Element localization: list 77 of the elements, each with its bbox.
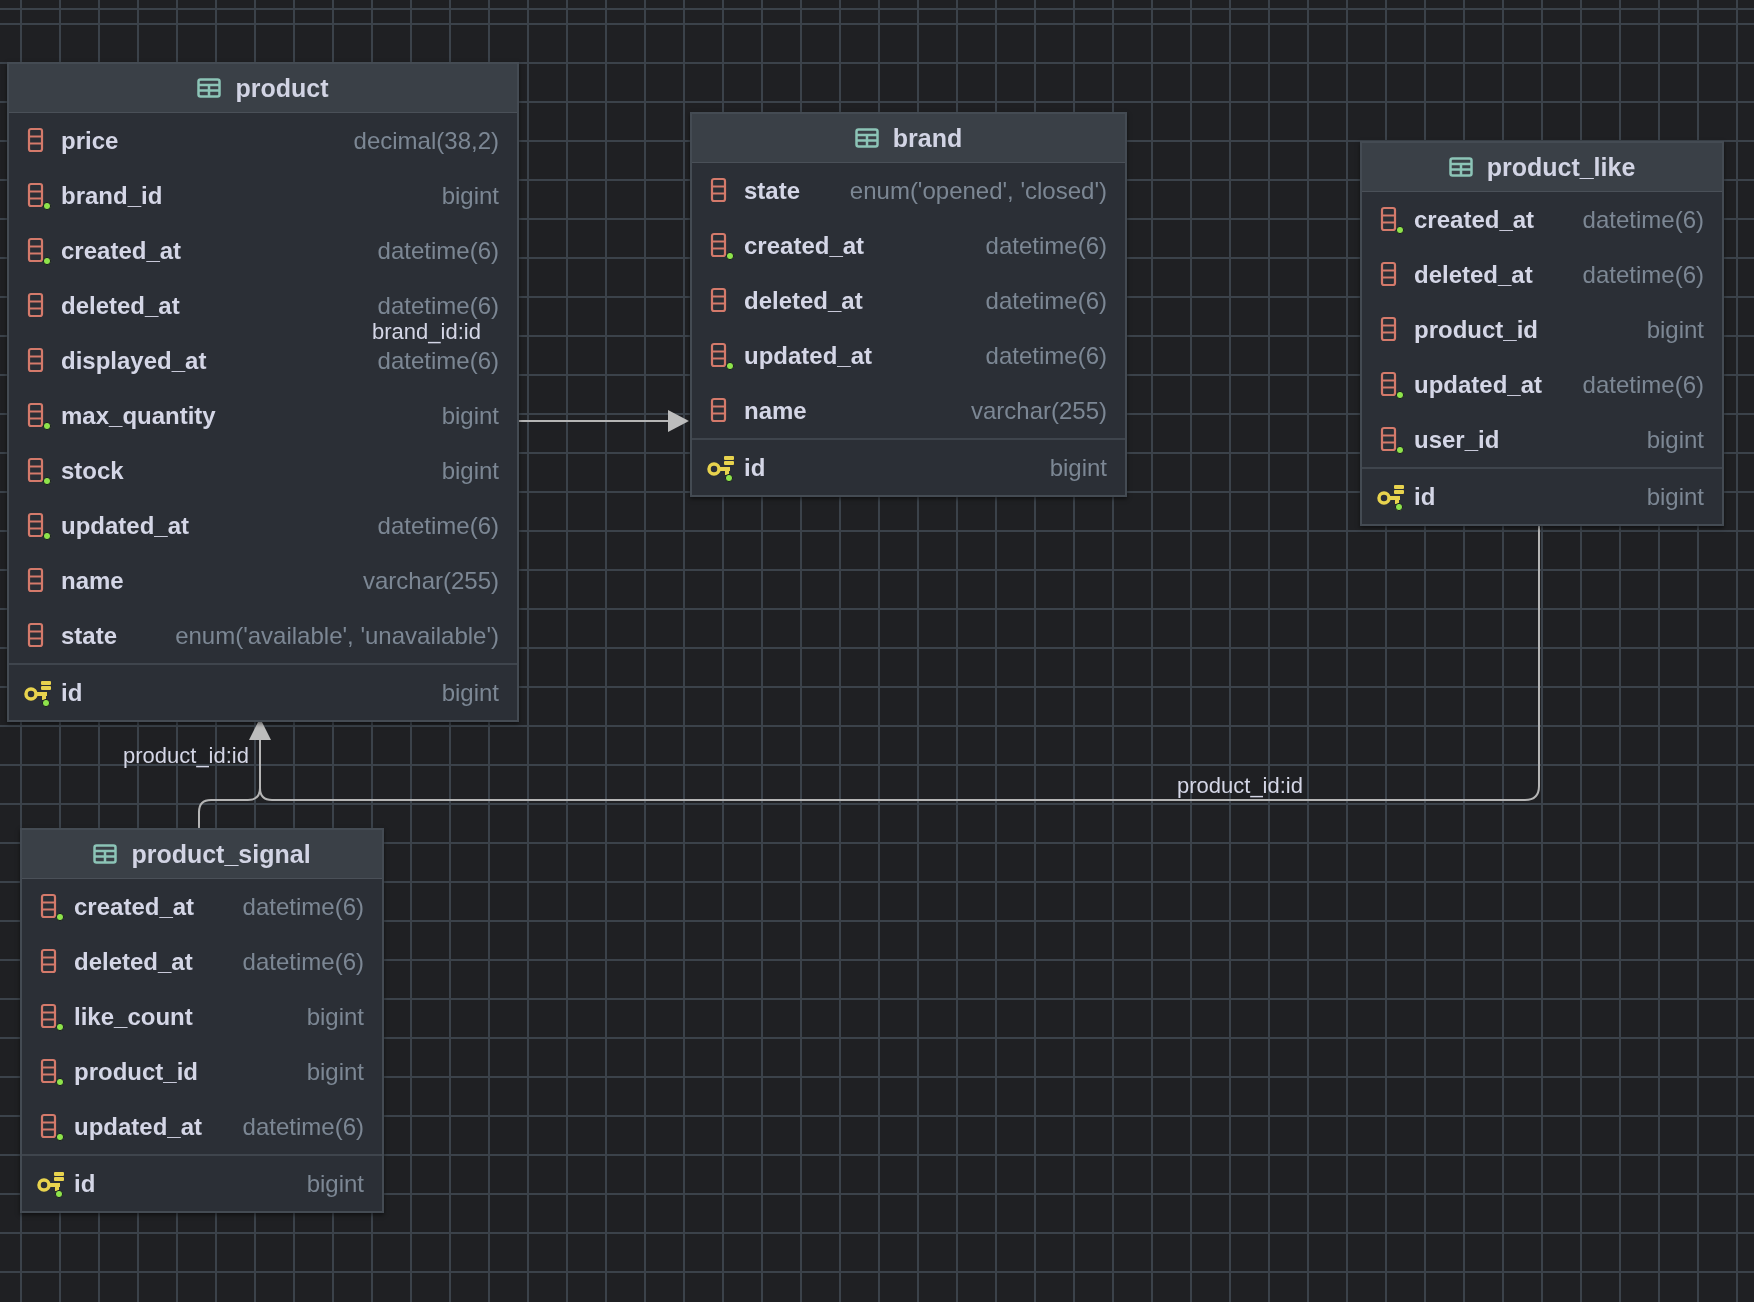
column-name: max_quantity [61, 401, 216, 430]
column-name: deleted_at [1414, 260, 1533, 289]
column-name: name [744, 396, 807, 425]
table-title: product_signal [131, 839, 311, 869]
column-name: deleted_at [74, 947, 193, 976]
column-type: datetime(6) [985, 231, 1107, 260]
column-type: datetime(6) [377, 346, 499, 375]
column-name: updated_at [744, 341, 872, 370]
column-type: datetime(6) [985, 286, 1107, 315]
column-type: datetime(6) [1582, 370, 1704, 399]
relation-label: brand_id:id [372, 321, 481, 343]
column-type: bigint [306, 1057, 364, 1086]
column-type: bigint [1646, 425, 1704, 454]
column-type: datetime(6) [1582, 260, 1704, 289]
column-name: price [61, 126, 119, 155]
column-name: state [744, 176, 801, 205]
column-type: enum('available', 'unavailable') [175, 621, 499, 650]
table-node[interactable]: product_like created_at datetime(6) deleted_at datetime(6) product_id bigint updated_at datetime(6) user_id bigint id bigint [1360, 141, 1724, 526]
column-name: product_id [1414, 315, 1538, 344]
column-name: user_id [1414, 425, 1500, 454]
column-type: datetime(6) [242, 947, 364, 976]
primary-key-icon [1377, 482, 1405, 511]
column-name: created_at [74, 892, 195, 921]
column-name: updated_at [61, 511, 189, 540]
column-type: bigint [1646, 315, 1704, 344]
column-name: id [1414, 482, 1436, 511]
column-name: state [61, 621, 118, 650]
table-icon [1448, 157, 1473, 177]
column-name: brand_id [61, 181, 163, 210]
column-name: id [744, 453, 766, 482]
table-title: product [235, 73, 329, 103]
primary-key-icon [37, 1169, 65, 1198]
primary-key-icon [707, 453, 735, 482]
column-name: deleted_at [744, 286, 863, 315]
column-type: bigint [441, 678, 499, 707]
column-type: decimal(38,2) [353, 126, 499, 155]
table-node[interactable] [7, 62, 519, 722]
column-type: bigint [1049, 453, 1107, 482]
column-name: stock [61, 456, 124, 485]
column-name: displayed_at [61, 346, 207, 375]
column-type: bigint [1646, 482, 1704, 511]
column-type: enum('opened', 'closed') [849, 176, 1107, 205]
column-name: deleted_at [61, 291, 180, 320]
column-type: bigint [441, 181, 499, 210]
table-icon [93, 844, 118, 864]
relation-label: product_id:id [123, 745, 249, 767]
column-type: varchar(255) [970, 396, 1107, 425]
column-type: datetime(6) [242, 892, 364, 921]
column-type: bigint [306, 1002, 364, 1031]
column-type: bigint [441, 456, 499, 485]
column-name: created_at [1414, 205, 1535, 234]
table-title: product_like [1486, 152, 1636, 182]
column-name: created_at [61, 236, 182, 265]
column-type: datetime(6) [377, 236, 499, 265]
column-name: updated_at [74, 1112, 202, 1141]
column-type: varchar(255) [362, 566, 499, 595]
column-name: updated_at [1414, 370, 1542, 399]
column-name: created_at [744, 231, 865, 260]
column-type: datetime(6) [377, 291, 499, 320]
column-type: datetime(6) [242, 1112, 364, 1141]
column-name: id [74, 1169, 96, 1198]
table-icon [854, 128, 879, 148]
column-type: datetime(6) [377, 511, 499, 540]
primary-key-icon [24, 678, 52, 707]
column-type: datetime(6) [1582, 205, 1704, 234]
column-name: like_count [74, 1002, 193, 1031]
table-node[interactable]: product_signal created_at datetime(6) deleted_at datetime(6) like_count bigint product_id bigint updated_at datetime(6) id bigint [20, 828, 384, 1213]
column-type: bigint [441, 401, 499, 430]
relation-label: product_id:id [1177, 775, 1303, 797]
table-node[interactable]: brand state enum('opened', 'closed') created_at datetime(6) deleted_at datetime(6) updated_at datetime(6) name varchar(255) id bigint [690, 112, 1127, 497]
column-name: product_id [74, 1057, 198, 1086]
column-name: id [61, 678, 83, 707]
table-title: brand [892, 123, 963, 153]
column-type: bigint [306, 1169, 364, 1198]
column-name: name [61, 566, 124, 595]
column-type: datetime(6) [985, 341, 1107, 370]
table-icon [197, 78, 222, 98]
